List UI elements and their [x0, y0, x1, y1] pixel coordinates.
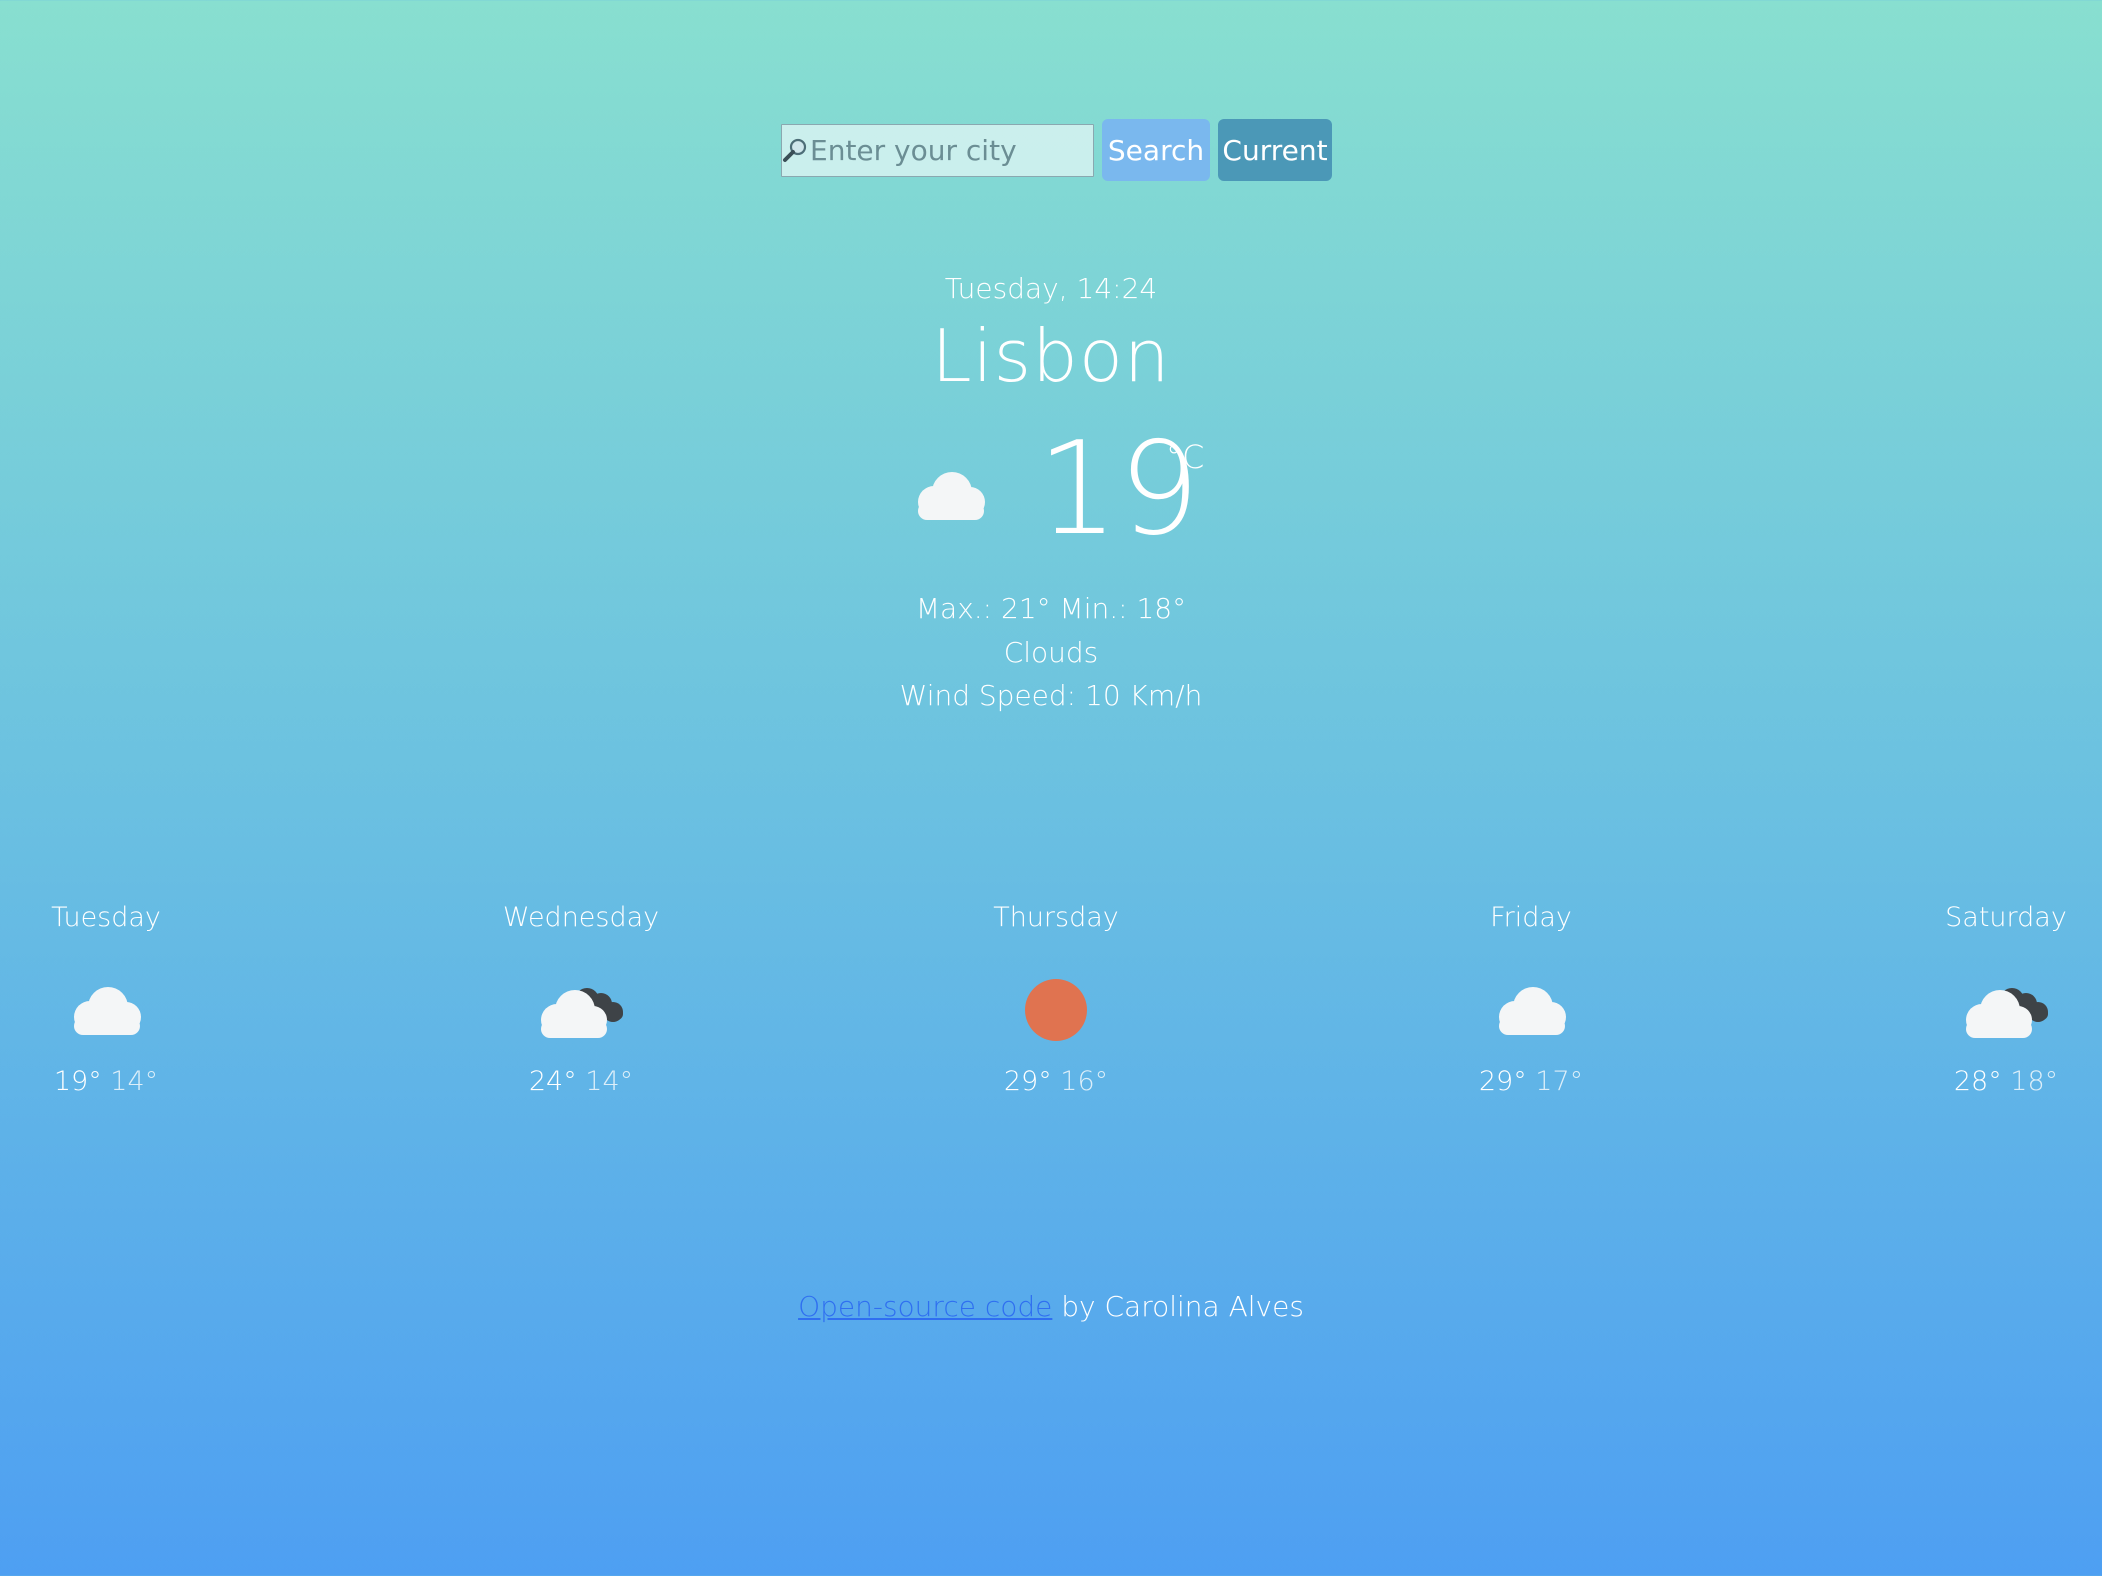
forecast-day: Thursday 29° 16°	[946, 902, 1166, 1097]
current-location-button[interactable]: Current	[1218, 119, 1332, 181]
search-bar: Search Current	[781, 119, 1332, 181]
open-source-link[interactable]: Open-source code	[798, 1290, 1052, 1323]
cloud-icon	[0, 968, 216, 1052]
cloud-dark-cloud-icon	[1896, 968, 2102, 1052]
forecast-temps: 28° 18°	[1896, 1066, 2102, 1097]
forecast-max: 19°	[53, 1066, 102, 1097]
current-conditions: 19 °C	[0, 420, 2102, 560]
forecast-day-name: Thursday	[993, 902, 1119, 933]
forecast-day-name: Friday	[1490, 902, 1572, 933]
forecast-day-name: Wednesday	[502, 902, 660, 933]
temperature-unit[interactable]: °C	[1166, 438, 1204, 476]
forecast-day: Wednesday 24° 14°	[471, 902, 691, 1097]
forecast-min: 14°	[110, 1066, 159, 1097]
current-datetime: Tuesday, 14:24	[944, 272, 1158, 305]
magnifier-icon	[782, 124, 808, 177]
forecast-temps: 29° 16°	[946, 1066, 1166, 1097]
forecast-temps: 29° 17°	[1421, 1066, 1641, 1097]
wind-speed: Wind Speed: 10 Km/h	[899, 679, 1203, 712]
forecast-min: 17°	[1535, 1066, 1584, 1097]
cloud-dark-cloud-icon	[471, 968, 691, 1052]
forecast-temps: 24° 14°	[471, 1066, 691, 1097]
forecast-min: 16°	[1060, 1066, 1109, 1097]
forecast-day-name: Tuesday	[51, 902, 161, 933]
forecast-max: 28°	[1953, 1066, 2002, 1097]
footer-credit: by Carolina Alves	[1052, 1290, 1304, 1323]
forecast-max: 29°	[1003, 1066, 1052, 1097]
forecast-max: 24°	[528, 1066, 577, 1097]
forecast-day: Saturday 28° 18°	[1896, 902, 2102, 1097]
sun-icon	[946, 968, 1166, 1052]
forecast-day-name: Saturday	[1945, 902, 2067, 933]
cloud-icon	[1421, 968, 1641, 1052]
forecast-day: Friday 29° 17°	[1421, 902, 1641, 1097]
city-name: Lisbon	[931, 314, 1171, 398]
footer: Open-source code by Carolina Alves	[0, 1290, 2102, 1323]
cloud-icon	[910, 468, 990, 526]
city-search-input[interactable]	[808, 124, 1161, 176]
forecast-max: 29°	[1478, 1066, 1527, 1097]
forecast-temps: 19° 14°	[0, 1066, 216, 1097]
forecast-day: Tuesday 19° 14°	[0, 902, 216, 1097]
forecast-min: 18°	[2010, 1066, 2059, 1097]
weather-description: Clouds	[1003, 636, 1099, 669]
search-field[interactable]	[781, 123, 1161, 177]
forecast-min: 14°	[585, 1066, 634, 1097]
max-min-temperature: Max.: 21° Min.: 18°	[915, 592, 1187, 625]
